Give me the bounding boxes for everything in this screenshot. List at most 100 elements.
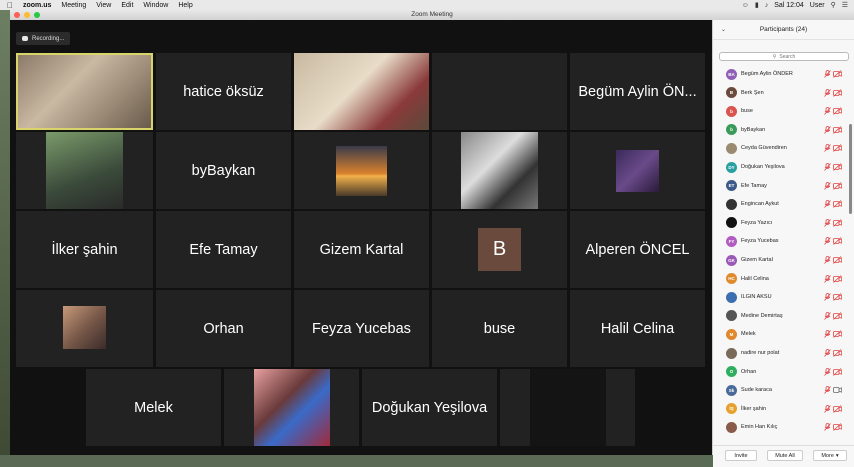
user-menu[interactable]: User (810, 2, 825, 9)
mic-muted-icon[interactable] (824, 218, 831, 227)
video-tile-name[interactable]: byBaykan (156, 132, 291, 209)
menu-window[interactable]: Window (143, 2, 168, 9)
participant-row[interactable]: ET Efe Tamay (713, 177, 854, 195)
camera-off-icon[interactable] (833, 107, 842, 115)
volume-icon[interactable]: ♪ (765, 2, 769, 9)
camera-off-icon[interactable] (833, 423, 842, 432)
participant-row[interactable]: Medine Demirtaş (713, 307, 854, 325)
search-icon[interactable]: ⚲ (831, 1, 836, 9)
apple-icon[interactable]:  (7, 1, 13, 10)
camera-off-icon[interactable] (833, 70, 842, 78)
camera-off-icon[interactable] (833, 330, 842, 339)
video-tile-name[interactable]: Gizem Kartal (294, 211, 429, 288)
camera-off-icon[interactable] (833, 237, 842, 246)
camera-off-icon[interactable] (833, 200, 842, 208)
camera-off-icon[interactable] (833, 163, 842, 171)
camera-off-icon[interactable] (833, 144, 842, 153)
video-tile-name[interactable]: buse (432, 290, 567, 367)
camera-off-icon[interactable] (833, 293, 842, 301)
menu-list-icon[interactable]: ☰ (842, 1, 848, 9)
mic-muted-icon[interactable] (824, 367, 831, 376)
video-tile-name[interactable]: Halil Celina (570, 290, 705, 367)
menu-meeting[interactable]: Meeting (61, 2, 86, 9)
mic-muted-icon[interactable] (824, 274, 831, 283)
menu-help[interactable]: Help (178, 2, 192, 9)
video-tile-video[interactable] (432, 132, 567, 209)
video-tile-video[interactable] (570, 132, 705, 209)
invite-button[interactable]: Invite (725, 450, 757, 461)
participant-row[interactable]: Emin Han Kılıç (713, 418, 854, 436)
video-tile-video[interactable] (294, 53, 429, 130)
mic-muted-icon[interactable] (824, 163, 831, 171)
recording-indicator[interactable]: Recording... (16, 32, 71, 45)
video-tile-empty[interactable] (432, 53, 567, 130)
search-input[interactable]: ⚲ Search (719, 52, 849, 61)
video-tile-video[interactable] (16, 290, 153, 367)
camera-off-icon[interactable] (833, 367, 842, 376)
participant-row[interactable]: M Melek (713, 325, 854, 343)
camera-off-icon[interactable] (833, 312, 842, 320)
mic-muted-icon[interactable] (824, 88, 831, 97)
video-tile-video[interactable] (224, 369, 359, 446)
participant-row[interactable]: b byBaykan (713, 121, 854, 139)
participant-row[interactable]: BA Begüm Aylin ÖNDER (713, 65, 854, 83)
participant-row[interactable]: B Berk Şen (713, 84, 854, 102)
menu-view[interactable]: View (96, 2, 111, 9)
participant-row[interactable]: HC Halil Celina (713, 270, 854, 288)
participant-row[interactable]: ILGIN AKSU (713, 288, 854, 306)
mic-muted-icon[interactable] (824, 144, 831, 153)
participant-row[interactable]: Ceyda Güvendiren (713, 139, 854, 157)
video-tile-name[interactable]: Melek (86, 369, 221, 446)
camera-icon[interactable] (833, 386, 842, 394)
mute-all-button[interactable]: Mute All (767, 450, 803, 461)
video-tile-name[interactable]: Alperen ÖNCEL (570, 211, 705, 288)
participant-row[interactable]: Feyza Yazıcı (713, 214, 854, 232)
camera-off-icon[interactable] (833, 219, 842, 227)
video-tile-name[interactable]: Orhan (156, 290, 291, 367)
mic-muted-icon[interactable] (824, 330, 831, 339)
mic-muted-icon[interactable] (824, 181, 831, 190)
video-tile-name[interactable]: İlker şahin (16, 211, 153, 288)
mic-muted-icon[interactable] (824, 386, 831, 394)
video-tile-name[interactable]: hatice öksüz (156, 53, 291, 130)
mic-muted-icon[interactable] (824, 70, 831, 78)
mic-muted-icon[interactable] (824, 237, 831, 246)
camera-off-icon[interactable] (833, 88, 842, 97)
menu-app[interactable]: zoom.us (23, 2, 51, 9)
mic-muted-icon[interactable] (824, 349, 831, 357)
participant-row[interactable]: Engincan Aykut (713, 195, 854, 213)
video-tile-avatar[interactable]: B (432, 211, 567, 288)
mic-muted-icon[interactable] (824, 311, 831, 320)
participant-row[interactable]: nadire nur polat (713, 344, 854, 362)
mic-muted-icon[interactable] (824, 256, 831, 264)
mic-muted-icon[interactable] (824, 293, 831, 301)
camera-off-icon[interactable] (833, 405, 842, 413)
camera-off-icon[interactable] (833, 274, 842, 283)
battery-icon[interactable]: ▮ (755, 1, 759, 9)
menu-edit[interactable]: Edit (121, 2, 133, 9)
participant-row[interactable]: FY Feyza Yucebas (713, 232, 854, 250)
scrollbar[interactable] (849, 124, 852, 214)
clock[interactable]: Sal 12:04 (774, 2, 804, 9)
video-tile-name[interactable]: Doğukan Yeşilova (362, 369, 497, 446)
video-tile-name[interactable]: Feyza Yucebas (294, 290, 429, 367)
participant-row[interactable]: İŞ İlker şahin (713, 400, 854, 418)
wifi-icon[interactable]: ☺ (742, 2, 749, 9)
participant-row[interactable]: Sk Sude karaca (713, 381, 854, 399)
video-tile-video[interactable] (500, 369, 635, 446)
more-button[interactable]: More ▾ (813, 450, 847, 461)
video-tile-active-speaker[interactable] (16, 53, 153, 130)
participant-row[interactable]: O Orhan (713, 363, 854, 381)
camera-off-icon[interactable] (833, 126, 842, 134)
video-tile-name[interactable]: Begüm Aylin ÖN... (570, 53, 705, 130)
camera-off-icon[interactable] (833, 349, 842, 357)
participant-row[interactable]: GK Gizem Kartal (713, 251, 854, 269)
mic-muted-icon[interactable] (824, 423, 831, 432)
camera-off-icon[interactable] (833, 181, 842, 190)
participant-row[interactable]: b buse (713, 102, 854, 120)
participant-row[interactable]: DY Doğukan Yeşilova (713, 158, 854, 176)
camera-off-icon[interactable] (833, 256, 842, 264)
mic-muted-icon[interactable] (824, 200, 831, 208)
video-tile-video[interactable] (16, 132, 153, 209)
video-tile-video[interactable] (294, 132, 429, 209)
